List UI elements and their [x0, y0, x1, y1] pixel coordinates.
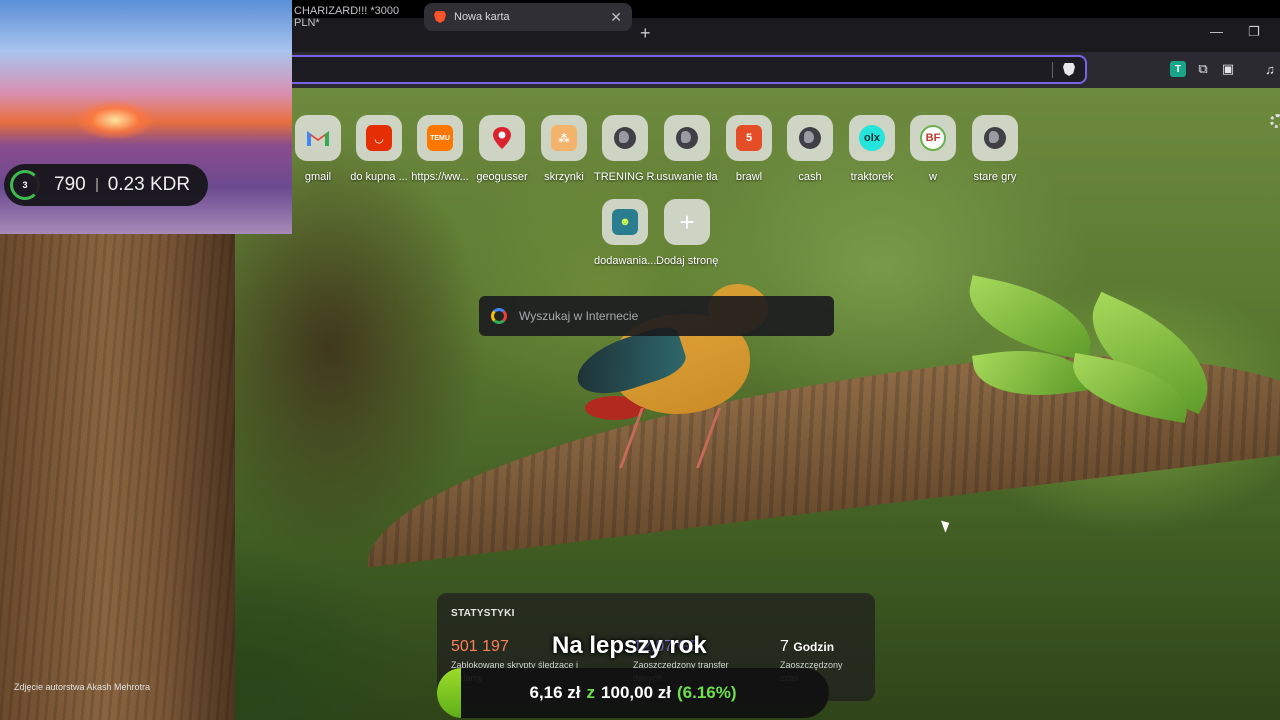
globe-icon	[664, 115, 710, 161]
brave-lion-icon	[434, 11, 446, 23]
address-bar-divider	[1052, 62, 1053, 78]
tile-label: w	[929, 171, 937, 183]
donation-progress-text: 6,16 zł z 100,00 zł (6.16%)	[437, 668, 829, 718]
donation-goal-bar: 6,16 zł z 100,00 zł (6.16%)	[437, 668, 829, 718]
globe-icon	[787, 115, 833, 161]
bf-icon: BF	[910, 115, 956, 161]
donation-goal: 100,00 zł	[601, 683, 671, 702]
tile-label: do kupna ...	[350, 171, 408, 183]
music-icon[interactable]: ♫	[1262, 61, 1278, 77]
restore-button[interactable]: ❐	[1248, 24, 1260, 40]
screenshot-icon[interactable]: ▣	[1220, 61, 1236, 77]
kdr-value: 0.23 KDR	[107, 174, 191, 195]
tile-dodawania[interactable]: ☻ dodawania...	[594, 199, 656, 267]
map-pin-icon	[479, 115, 525, 161]
game-stats-hud: 3 790 0.23 KDR	[4, 164, 208, 206]
tile-do-kupna[interactable]: ◡ do kupna ...	[348, 115, 410, 183]
duolingo-icon: ☻	[602, 199, 648, 245]
level-ring: 3	[10, 170, 40, 200]
time-saved: 7 Godzin	[780, 638, 834, 656]
tile-w[interactable]: BF w	[902, 115, 964, 183]
new-tab-button[interactable]: +	[640, 23, 651, 44]
tile-label: stare gry	[973, 171, 1017, 183]
html5-icon: 5	[726, 115, 772, 161]
tile-temu[interactable]: TEMU https://ww...	[409, 115, 471, 183]
blocked-count: 501 197	[451, 638, 509, 655]
tile-label: gmail	[304, 171, 332, 183]
address-bar[interactable]	[282, 55, 1087, 84]
tile-label: dodawania...	[594, 255, 656, 267]
tile-gmail[interactable]: gmail	[287, 115, 349, 183]
tile-label: brawl	[735, 171, 763, 183]
minimize-button[interactable]: —	[1210, 24, 1223, 39]
tile-geogusser[interactable]: geogusser	[471, 115, 533, 183]
tile-label: skrzynki	[544, 171, 584, 183]
tile-label: TRENING R...	[594, 171, 656, 183]
tab-charizard[interactable]: CHARIZARD!!! *3000 PLN*	[288, 3, 418, 31]
tile-brawl[interactable]: 5 brawl	[718, 115, 780, 183]
globe-icon	[972, 115, 1018, 161]
tab-label: CHARIZARD!!! *3000 PLN*	[294, 5, 400, 29]
search-input[interactable]	[519, 309, 809, 323]
settings-gear-icon[interactable]	[1270, 114, 1280, 128]
hud-separator	[95, 178, 98, 192]
olx-icon: olx	[849, 115, 895, 161]
donation-goal-title: Na lepszy rok	[552, 632, 707, 659]
tile-usuwanie-tla[interactable]: usuwanie tła	[656, 115, 718, 183]
globe-icon	[602, 115, 648, 161]
stats-title: STATYSTYKI	[451, 608, 515, 619]
background-leaf	[960, 275, 1100, 361]
webcam-overlay: 3 790 0.23 KDR	[0, 0, 292, 234]
grid-icon: ⁂	[541, 115, 587, 161]
tile-skrzynki[interactable]: ⁂ skrzynki	[533, 115, 595, 183]
photo-credit[interactable]: Zdjęcie autorstwa Akash Mehrotra	[14, 682, 150, 692]
tile-traktorek[interactable]: olx traktorek	[841, 115, 903, 183]
tile-cash[interactable]: cash	[779, 115, 841, 183]
web-search-box[interactable]	[479, 296, 834, 336]
time-saved-unit: Godzin	[793, 640, 835, 654]
aliexpress-icon: ◡	[356, 115, 402, 161]
tile-label: https://ww...	[411, 171, 469, 183]
donation-current: 6,16 zł	[529, 683, 581, 702]
tile-label: usuwanie tła	[656, 171, 718, 183]
tile-label: geogusser	[476, 171, 528, 183]
temu-icon: TEMU	[417, 115, 463, 161]
plus-icon: +	[664, 199, 710, 245]
tab-new-tab[interactable]: Nowa karta ✕	[424, 3, 632, 31]
tab-extension-icon[interactable]: T	[1170, 61, 1186, 77]
donation-percent: (6.16%)	[676, 683, 737, 702]
tile-trening[interactable]: TRENING R...	[594, 115, 656, 183]
tile-add-site[interactable]: + Dodaj stronę	[656, 199, 718, 267]
google-icon	[491, 308, 507, 324]
level-value: 3	[22, 180, 28, 190]
donation-separator: z	[586, 683, 596, 702]
tile-stare-gry[interactable]: stare gry	[964, 115, 1026, 183]
close-tab-icon[interactable]: ✕	[610, 9, 622, 26]
tile-label: cash	[798, 171, 822, 183]
tile-label: traktorek	[850, 171, 894, 183]
time-saved-value: 7	[780, 638, 789, 655]
tab-label: Nowa karta	[454, 11, 510, 23]
puzzle-icon[interactable]: ⧉	[1195, 61, 1211, 77]
tile-label: Dodaj stronę	[656, 255, 718, 267]
gmail-icon	[295, 115, 341, 161]
kills-count: 790	[54, 174, 86, 195]
